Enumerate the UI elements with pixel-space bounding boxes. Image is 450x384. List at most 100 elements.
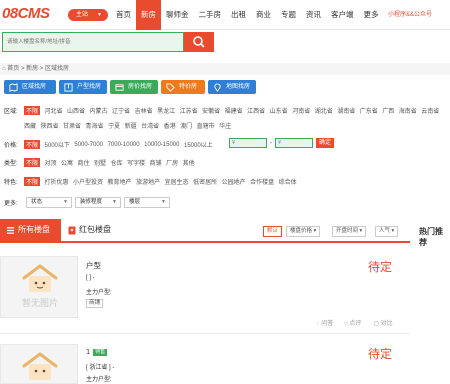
- nav-item-news[interactable]: 资讯: [301, 0, 326, 30]
- search-input[interactable]: [2, 32, 184, 52]
- type-option[interactable]: 对顶: [45, 158, 57, 167]
- nav-item-commercial[interactable]: 商业: [251, 0, 276, 30]
- floor-select[interactable]: 楼层 ▼: [124, 197, 170, 208]
- region-option[interactable]: 山东省: [270, 106, 288, 115]
- region-option[interactable]: 湖北省: [315, 106, 333, 115]
- decoration-select[interactable]: 装修程度 ▼: [75, 197, 121, 208]
- nav-item-client[interactable]: 客户端: [326, 0, 359, 30]
- region-option[interactable]: 黑龙江: [157, 106, 175, 115]
- miniapp-link[interactable]: 小程序&&公众号: [388, 0, 432, 30]
- feature-option[interactable]: 宜居生态: [165, 177, 189, 186]
- region-option[interactable]: 香港: [164, 121, 176, 130]
- site-logo[interactable]: 08CMS: [2, 5, 50, 22]
- feature-option[interactable]: 打折优惠: [45, 177, 69, 186]
- region-option[interactable]: 云南省: [421, 106, 439, 115]
- feature-option[interactable]: 综合体: [279, 177, 297, 186]
- price-option[interactable]: 5000-7000: [74, 142, 103, 148]
- feature-option[interactable]: 旅游地产: [136, 177, 160, 186]
- sort-open-date[interactable]: 开盘时间 ▾: [332, 226, 367, 237]
- sort-default[interactable]: 默认: [263, 226, 283, 237]
- region-option[interactable]: 安徽省: [202, 106, 220, 115]
- nav-item-home[interactable]: 首页: [111, 0, 136, 30]
- price-option[interactable]: 10000-15000: [144, 142, 179, 148]
- region-option[interactable]: 内蒙古: [90, 106, 108, 115]
- tab-special[interactable]: 特价房: [161, 80, 205, 94]
- floor-select-value: 楼层: [129, 199, 141, 205]
- region-option[interactable]: 河北省: [45, 106, 63, 115]
- search-button[interactable]: [184, 32, 214, 52]
- region-option[interactable]: 河南省: [292, 106, 310, 115]
- listing-image-placeholder[interactable]: 暂无图片: [0, 256, 78, 318]
- listing-title[interactable]: 户型: [86, 260, 101, 271]
- qa-action[interactable]: ◌ 问答: [316, 318, 333, 327]
- feature-all[interactable]: 不限: [24, 177, 41, 186]
- price-min-input[interactable]: ¥: [229, 138, 267, 148]
- type-all[interactable]: 不限: [24, 158, 41, 167]
- region-option[interactable]: 广西: [382, 106, 394, 115]
- tab-map[interactable]: 地图找房: [208, 80, 256, 94]
- type-option[interactable]: 公寓: [61, 158, 73, 167]
- region-option[interactable]: 海南省: [399, 106, 417, 115]
- region-option[interactable]: 山西省: [67, 106, 85, 115]
- site-select[interactable]: 主站 ▼: [68, 9, 108, 21]
- region-option[interactable]: 甘肃省: [63, 121, 81, 130]
- region-option[interactable]: 华庄: [219, 121, 231, 130]
- type-option[interactable]: 其他: [183, 158, 195, 167]
- qa-label: 问答: [321, 321, 334, 327]
- price-all[interactable]: 不限: [24, 140, 41, 149]
- nav-item-newhouse[interactable]: 新房: [136, 0, 161, 30]
- price-confirm-button[interactable]: 确定: [316, 138, 335, 148]
- price-max-input[interactable]: ¥: [275, 138, 313, 148]
- region-option[interactable]: 江苏省: [180, 106, 198, 115]
- tab-region[interactable]: 区域找房: [4, 80, 56, 94]
- region-option[interactable]: 辽宁省: [112, 106, 130, 115]
- region-option[interactable]: 澳门: [180, 121, 192, 130]
- sort-price[interactable]: 楼盘价格 ▾: [286, 226, 321, 237]
- type-option[interactable]: 写字楼: [127, 158, 145, 167]
- nav-item-3[interactable]: 聊师金: [161, 0, 194, 30]
- feature-option[interactable]: 公园地产: [222, 177, 246, 186]
- nav-item-more[interactable]: 更多: [359, 0, 384, 30]
- type-option[interactable]: 仓库: [111, 158, 123, 167]
- region-option[interactable]: 新疆: [125, 121, 137, 130]
- region-option[interactable]: 宁夏: [108, 121, 120, 130]
- region-option[interactable]: 台湾省: [141, 121, 159, 130]
- region-option[interactable]: 广东省: [360, 106, 378, 115]
- region-option[interactable]: 吉林省: [135, 106, 153, 115]
- region-options: 不限 河北省 山西省 内蒙古 辽宁省 吉林省 黑龙江 江苏省 安徽省 福建省 江西省 山东省 河南省湖…: [24, 106, 450, 130]
- tab-floorplan[interactable]: 户型找房: [59, 80, 107, 94]
- region-option[interactable]: 直辖市: [197, 121, 215, 130]
- price-option[interactable]: 5000以下: [45, 140, 70, 149]
- type-option[interactable]: 厂房: [166, 158, 178, 167]
- tab-price[interactable]: 房价找房: [110, 80, 158, 94]
- region-option[interactable]: 西藏: [24, 121, 36, 130]
- status-select[interactable]: 状态 ▼: [26, 197, 72, 208]
- feature-option[interactable]: 教育地产: [108, 177, 132, 186]
- feature-option[interactable]: 低密居所: [193, 177, 217, 186]
- review-action[interactable]: ○ 点评: [344, 318, 361, 327]
- type-option[interactable]: 商住: [78, 158, 90, 167]
- feature-option[interactable]: 合作楼盘: [250, 177, 274, 186]
- type-option[interactable]: 别墅: [94, 158, 106, 167]
- sort-price-label: 楼盘价格: [290, 228, 313, 234]
- region-option[interactable]: 陕西省: [41, 121, 59, 130]
- price-option[interactable]: 15000以上: [184, 140, 213, 149]
- region-option[interactable]: 湖南省: [337, 106, 355, 115]
- nav-item-topic[interactable]: 专题: [276, 0, 301, 30]
- nav-item-rent[interactable]: 出租: [226, 0, 251, 30]
- listing-image-placeholder[interactable]: [0, 344, 78, 384]
- nav-item-secondhand[interactable]: 二手房: [194, 0, 227, 30]
- region-option[interactable]: 江西省: [247, 106, 265, 115]
- region-all[interactable]: 不限: [24, 106, 41, 115]
- region-option[interactable]: 福建省: [225, 106, 243, 115]
- tab-hongbao-listings[interactable]: 红包楼盘: [67, 219, 111, 241]
- region-option[interactable]: 青海省: [86, 121, 104, 130]
- tab-all-listings[interactable]: 所有楼盘: [0, 219, 61, 241]
- compare-action[interactable]: ◻ 对比: [374, 318, 393, 327]
- sort-popularity[interactable]: 人气 ▾: [375, 226, 399, 237]
- tab-special-label: 特价房: [179, 84, 198, 90]
- feature-option[interactable]: 小户型投资: [73, 177, 103, 186]
- price-option[interactable]: 7000-10000: [108, 142, 140, 148]
- listing-title[interactable]: 1 待售: [86, 347, 108, 356]
- type-option[interactable]: 商铺: [150, 158, 162, 167]
